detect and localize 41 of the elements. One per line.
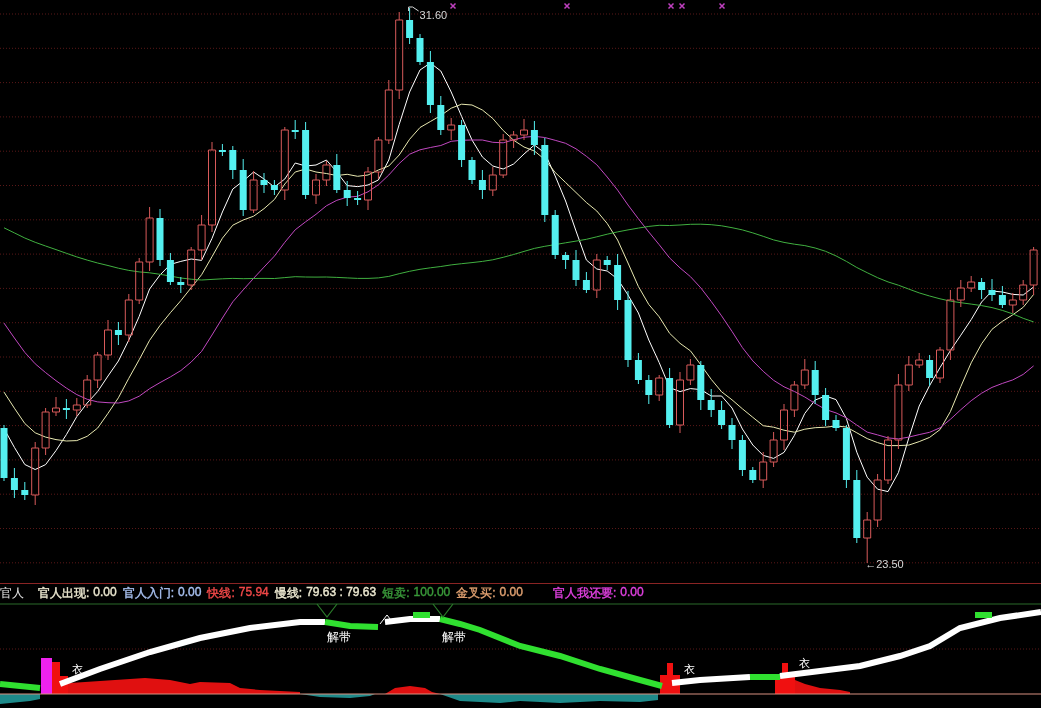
rising-band-segment <box>384 616 440 625</box>
signal-bar <box>41 658 52 694</box>
reading-value: 0.00 <box>620 584 644 601</box>
cross-marker-icon <box>718 2 726 10</box>
reading-value: 0.00 <box>499 584 523 601</box>
cross-marker-icon <box>678 2 686 10</box>
signal-label: 衣 <box>72 663 83 675</box>
signal-spike <box>775 663 795 694</box>
reading-label: 快线: <box>207 584 235 602</box>
histogram-area <box>795 680 850 694</box>
reading-value: 0.00 <box>93 584 117 601</box>
cross-marker-icon <box>449 2 457 10</box>
reading-value: 79.63 : 79.63 <box>306 584 377 601</box>
reading-label: 慢线: <box>274 584 303 602</box>
falling-band-segment <box>324 619 379 630</box>
band-label: 解带 <box>442 630 466 644</box>
signal-label: 衣 <box>684 663 695 675</box>
indicator-title: 官人 <box>0 584 24 602</box>
cross-marker-icon <box>667 2 675 10</box>
reading-label: 金叉买: <box>456 584 496 602</box>
signal-spike <box>660 663 680 694</box>
cross-marker-icon <box>563 2 571 10</box>
falling-band-segment <box>750 674 780 680</box>
reading-value: 100.00 <box>413 584 451 601</box>
reading-label: 短卖: <box>382 584 410 602</box>
reading-value: 0.00 <box>178 584 202 601</box>
reading-label: 官人出现: <box>38 584 90 602</box>
v-marker-icon <box>316 603 338 618</box>
high-price-label: 31.60 <box>419 9 448 21</box>
low-price-label: ←23.50 <box>865 558 904 570</box>
reading-label: 官人入门: <box>122 584 175 602</box>
negative-histogram-area <box>0 694 40 704</box>
reading-value: 75.94 <box>238 584 269 601</box>
falling-band-segment <box>0 681 41 691</box>
signal-label: 衣 <box>799 657 810 669</box>
band-label: 解带 <box>327 630 351 644</box>
reading-label: 官人我还要: <box>552 584 617 602</box>
leader-line <box>408 6 420 12</box>
signal-block <box>975 612 992 618</box>
v-marker-icon <box>432 603 454 618</box>
signal-block <box>413 612 430 618</box>
